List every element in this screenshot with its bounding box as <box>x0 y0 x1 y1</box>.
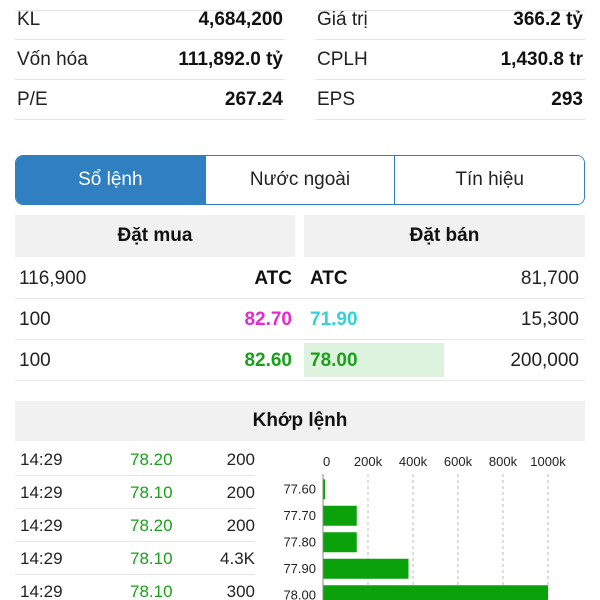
trade-price: 78.20 <box>130 515 173 535</box>
buy-orders-header: Đặt mua <box>15 215 295 257</box>
trade-volume: 4.3K <box>220 548 255 568</box>
stat-label: KL <box>17 8 41 30</box>
sell-volume: 15,300 <box>520 309 579 330</box>
stat-value: 293 <box>551 88 583 110</box>
volume-bar <box>323 585 548 600</box>
trade-price: 78.10 <box>130 581 173 600</box>
buy-price: ATC <box>254 268 292 289</box>
x-tick-label: 600k <box>444 454 473 469</box>
sell-price: 71.90 <box>310 309 358 330</box>
x-tick-label: 0 <box>323 454 330 469</box>
y-tick-label: 78.00 <box>283 587 316 600</box>
trade-volume: 200 <box>226 515 255 535</box>
volume-bar <box>323 558 409 579</box>
buy-price: 82.70 <box>244 309 292 330</box>
x-tick-label: 400k <box>399 454 428 469</box>
trade-volume: 200 <box>226 482 255 502</box>
stat-value-traded: Giá trị 366.2 tỷ <box>315 0 585 40</box>
stat-shares-outstanding: CPLH 1,430.8 tr <box>315 40 585 80</box>
volume-by-price-chart: 0 200k 400k 600k 800k 1000k 77.60 77.70 77.80 77.… <box>283 454 566 600</box>
trade-volume: 300 <box>226 581 255 600</box>
volume-bar <box>323 505 357 526</box>
sell-price: 78.00 <box>310 350 358 371</box>
y-tick-label: 77.80 <box>283 534 316 549</box>
trade-row: 14:29 78.20 200 <box>15 509 255 542</box>
stat-label: Giá trị <box>317 8 368 30</box>
stat-label: EPS <box>317 88 356 110</box>
y-tick-label: 77.90 <box>283 561 316 576</box>
stat-value: 267.24 <box>224 88 283 110</box>
stock-stats: KL 4,684,200 Giá trị 366.2 tỷ Vốn hóa 11… <box>15 0 585 120</box>
trade-time: 14:29 <box>20 515 63 535</box>
stat-volume: KL 4,684,200 <box>15 0 285 40</box>
sell-volume: 81,700 <box>520 268 579 289</box>
trade-price: 78.10 <box>130 482 173 502</box>
stat-label: Vốn hóa <box>17 48 88 70</box>
trade-row: 14:29 78.10 4.3K <box>15 542 255 575</box>
sell-volume: 200,000 <box>510 350 579 371</box>
trade-row: 14:29 78.10 200 <box>15 476 255 509</box>
trade-time: 14:29 <box>20 548 63 568</box>
trade-row: 14:29 78.10 300 <box>15 575 255 600</box>
volume-bar <box>323 532 357 553</box>
stat-pe: P/E 267.24 <box>15 80 285 120</box>
stat-label: CPLH <box>317 48 368 70</box>
sell-price: ATC <box>310 268 348 289</box>
stats-row: P/E 267.24 EPS 293 <box>15 80 585 120</box>
buy-volume: 100 <box>19 350 51 371</box>
stat-value: 1,430.8 tr <box>500 48 583 70</box>
stat-label: P/E <box>17 88 48 110</box>
trade-time: 14:29 <box>20 581 63 600</box>
trade-time: 14:29 <box>20 482 63 502</box>
matched-trades-header: Khớp lệnh <box>15 401 585 441</box>
buy-volume: 116,900 <box>19 268 87 289</box>
stat-value: 366.2 tỷ <box>513 8 583 30</box>
stat-value: 4,684,200 <box>198 8 283 30</box>
trade-row: 14:29 78.20 200 <box>15 443 255 476</box>
buy-price: 82.60 <box>244 350 292 371</box>
order-book-row: 100 82.60 78.00 200,000 <box>15 341 585 381</box>
stat-market-cap: Vốn hóa 111,892.0 tỷ <box>15 40 285 80</box>
x-tick-label: 1000k <box>530 454 566 469</box>
order-book-row: 100 82.70 71.90 15,300 <box>15 300 585 340</box>
segmented-tabs: Sổ lệnh Nước ngoài Tín hiệu <box>15 155 585 205</box>
stat-eps: EPS 293 <box>315 80 585 120</box>
sell-orders-header: Đặt bán <box>304 215 585 257</box>
order-book-row: 116,900 ATC ATC 81,700 <box>15 259 585 299</box>
y-tick-label: 77.60 <box>283 481 316 496</box>
trade-time: 14:29 <box>20 449 63 469</box>
x-tick-label: 200k <box>354 454 383 469</box>
tab-signals[interactable]: Tín hiệu <box>394 156 584 204</box>
stats-row: Vốn hóa 111,892.0 tỷ CPLH 1,430.8 tr <box>15 40 585 80</box>
buy-volume: 100 <box>19 309 51 330</box>
trade-price: 78.20 <box>130 449 173 469</box>
stat-value: 111,892.0 tỷ <box>178 48 283 70</box>
y-tick-label: 77.70 <box>283 508 316 523</box>
x-tick-label: 800k <box>489 454 518 469</box>
tab-foreign[interactable]: Nước ngoài <box>204 156 395 204</box>
trade-price: 78.10 <box>130 548 173 568</box>
trade-volume: 200 <box>226 449 255 469</box>
stats-row: KL 4,684,200 Giá trị 366.2 tỷ <box>15 0 585 40</box>
tab-order-book[interactable]: Sổ lệnh <box>16 156 205 204</box>
